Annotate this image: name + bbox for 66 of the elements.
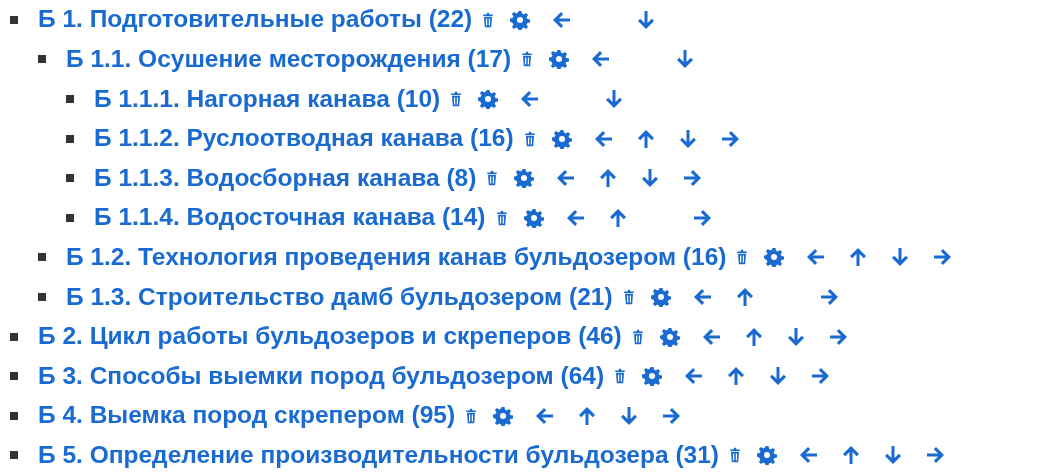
settings-icon[interactable] (764, 247, 785, 268)
up-arrow-icon[interactable] (577, 405, 598, 426)
bullet-icon (66, 213, 74, 222)
down-arrow-icon[interactable] (677, 128, 698, 149)
section-link[interactable]: Б 3. Способы выемки пород бульдозером (64) (38, 357, 605, 395)
left-arrow-icon[interactable] (552, 9, 573, 30)
down-arrow-icon[interactable] (640, 168, 661, 189)
section-link[interactable]: Б 1.1.4. Водосточная канава (14) (94, 199, 486, 237)
section-link[interactable]: Б 1.3. Строительство дамб бульдозером (21) (66, 278, 613, 316)
up-arrow-icon[interactable] (726, 366, 747, 387)
section-link[interactable]: Б 1.1.1. Нагорная канава (10) (94, 80, 441, 118)
down-arrow-icon[interactable] (785, 326, 806, 347)
up-arrow-icon[interactable] (598, 168, 619, 189)
section-link[interactable]: Б 1. Подготовительные работы (22) (38, 1, 473, 39)
right-arrow-icon[interactable] (924, 445, 945, 466)
down-arrow-icon[interactable] (604, 89, 625, 109)
settings-icon[interactable] (551, 128, 572, 149)
right-arrow-icon[interactable] (691, 207, 712, 228)
settings-icon[interactable] (514, 168, 535, 189)
left-arrow-icon[interactable] (520, 89, 541, 109)
settings-icon[interactable] (510, 9, 531, 30)
left-arrow-icon[interactable] (593, 128, 614, 149)
left-arrow-icon[interactable] (701, 326, 722, 347)
settings-icon[interactable] (642, 366, 663, 387)
bullet-icon (66, 134, 74, 143)
bullet-icon (10, 411, 18, 420)
down-arrow-icon[interactable] (619, 405, 640, 426)
bullet-icon (10, 332, 18, 341)
right-arrow-icon[interactable] (682, 168, 703, 189)
section-link[interactable]: Б 1.1.2. Руслоотводная канава (16) (94, 120, 514, 157)
section-link[interactable]: Б 1.2. Технология проведения канав бульдозером (16) (66, 239, 727, 276)
bullet-icon (38, 55, 46, 64)
down-arrow-icon[interactable] (636, 9, 657, 30)
left-arrow-icon[interactable] (565, 207, 586, 228)
left-arrow-icon[interactable] (535, 405, 556, 426)
bullet-icon (10, 451, 18, 460)
settings-icon[interactable] (549, 49, 570, 70)
settings-icon[interactable] (493, 405, 514, 426)
section-link[interactable]: Б 5. Определение производительности бульдозера (31) (38, 436, 719, 472)
right-arrow-icon[interactable] (810, 366, 831, 387)
settings-icon[interactable] (650, 286, 671, 307)
down-arrow-icon[interactable] (890, 247, 911, 268)
section-link[interactable]: Б 4. Выемка пород скрепером (95) (38, 397, 456, 435)
section-link[interactable]: Б 2. Цикл работы бульдозеров и скреперов (46) (38, 318, 622, 355)
bullet-icon (38, 253, 46, 262)
settings-icon[interactable] (756, 445, 777, 466)
right-arrow-icon[interactable] (827, 326, 848, 347)
down-arrow-icon[interactable] (768, 366, 789, 387)
right-arrow-icon[interactable] (719, 128, 740, 149)
section-link[interactable]: Б 1.1.3. Водосборная канава (8) (94, 159, 477, 197)
settings-icon[interactable] (478, 89, 499, 109)
section-link[interactable]: Б 1.1. Осушение месторождения (17) (66, 41, 512, 78)
bullet-icon (66, 174, 74, 183)
settings-icon[interactable] (523, 207, 544, 228)
bullet-icon (38, 292, 46, 301)
right-arrow-icon[interactable] (818, 286, 839, 307)
left-arrow-icon[interactable] (692, 286, 713, 307)
bullet-icon (10, 372, 18, 381)
right-arrow-icon[interactable] (661, 405, 682, 426)
down-arrow-icon[interactable] (882, 445, 903, 466)
up-arrow-icon[interactable] (848, 247, 869, 268)
settings-icon[interactable] (659, 326, 680, 347)
down-arrow-icon[interactable] (675, 49, 696, 70)
right-arrow-icon[interactable] (932, 247, 953, 268)
bullet-icon (66, 95, 74, 103)
bullet-icon (10, 15, 18, 24)
